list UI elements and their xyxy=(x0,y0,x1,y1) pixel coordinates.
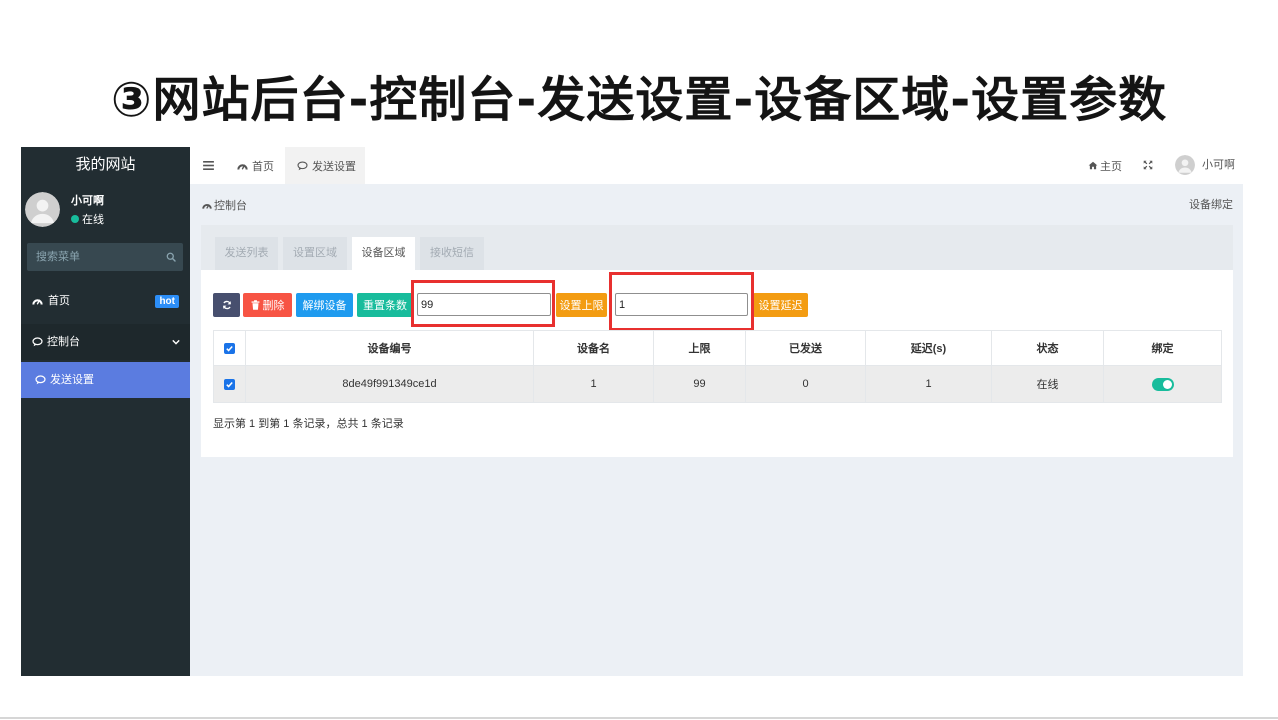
reset-count-button[interactable]: 重置条数 xyxy=(357,293,413,317)
unbind-device-button[interactable]: 解绑设备 xyxy=(296,293,353,317)
breadcrumb[interactable]: 控制台 xyxy=(202,198,247,212)
sidebar-item-home[interactable]: 首页 hot xyxy=(21,284,190,318)
comment-icon xyxy=(297,160,308,171)
dashboard-icon xyxy=(32,296,43,306)
slide-title: ③网站后台-控制台-发送设置-设备区域-设置参数 xyxy=(110,72,1168,128)
hot-badge: hot xyxy=(155,295,179,308)
site-logo[interactable]: 我的网站 xyxy=(21,147,190,183)
select-all-cell xyxy=(213,330,246,366)
bind-toggle[interactable] xyxy=(1151,377,1174,391)
slide-bottom-rule xyxy=(0,717,1278,719)
cell-sent: 0 xyxy=(745,365,866,403)
fullscreen-icon[interactable] xyxy=(1143,160,1153,170)
cell-device-name: 1 xyxy=(533,365,654,403)
column-header: 绑定 xyxy=(1103,330,1222,366)
breadcrumb-label: 控制台 xyxy=(214,200,247,212)
toggle-knob xyxy=(1162,379,1172,389)
user-status: 在线 xyxy=(71,212,104,226)
column-header: 上限 xyxy=(653,330,746,366)
dashboard-icon xyxy=(237,161,248,171)
user-status-label: 在线 xyxy=(82,214,104,226)
panel: 发送列表 设置区域 设备区域 接收短信 删除 解绑设备 重置条数 设置上限 xyxy=(201,225,1233,457)
device-table: 设备编号 设备名 上限 已发送 延迟(s) 状态 绑定 8de49f991349… xyxy=(213,330,1222,403)
set-delay-button[interactable]: 设置延迟 xyxy=(753,293,808,317)
user-avatar xyxy=(25,192,60,227)
home-link[interactable]: 主页 xyxy=(1088,147,1122,184)
sidebar: 我的网站 小可啊 在线 首页 hot 控制台 xyxy=(21,147,190,676)
cell-bind xyxy=(1103,365,1222,403)
cell-delay: 1 xyxy=(865,365,992,403)
top-navbar: 首页 发送设置 主页 小可啊 xyxy=(190,147,1243,185)
page-title: 设备绑定 xyxy=(1189,199,1233,211)
column-header: 延迟(s) xyxy=(865,330,992,366)
cell-status: 在线 xyxy=(991,365,1104,403)
navbar-user-name[interactable]: 小可啊 xyxy=(1202,147,1235,184)
column-header: 已发送 xyxy=(745,330,866,366)
tab-label: 首页 xyxy=(252,160,274,173)
tab-send-list[interactable]: 发送列表 xyxy=(215,237,278,270)
delete-button-label: 删除 xyxy=(262,300,285,312)
tab-device-area[interactable]: 设备区域 xyxy=(352,237,415,270)
trash-icon xyxy=(251,300,260,310)
dashboard-icon xyxy=(202,201,212,210)
table-header-row: 设备编号 设备名 上限 已发送 延迟(s) 状态 绑定 xyxy=(213,330,1222,366)
home-link-label: 主页 xyxy=(1100,160,1122,173)
home-icon xyxy=(1088,161,1098,170)
sidebar-item-label: 发送设置 xyxy=(50,374,94,386)
row-checkbox[interactable] xyxy=(224,378,235,390)
tab-label: 发送设置 xyxy=(312,160,356,173)
column-header: 设备编号 xyxy=(245,330,534,366)
column-header: 设备名 xyxy=(533,330,654,366)
sidebar-item-send-settings[interactable]: 发送设置 xyxy=(21,362,190,398)
highlight-box-delay xyxy=(609,272,754,331)
pagination-summary: 显示第 1 到第 1 条记录，总共 1 条记录 xyxy=(213,418,404,430)
tab-setting-area[interactable]: 设置区域 xyxy=(283,237,347,270)
comment-icon xyxy=(35,375,46,385)
hamburger-icon[interactable] xyxy=(203,161,214,170)
delete-button[interactable]: 删除 xyxy=(243,293,292,317)
comment-icon xyxy=(32,337,43,347)
tab-home[interactable]: 首页 xyxy=(226,147,284,184)
refresh-button[interactable] xyxy=(213,293,240,317)
refresh-icon xyxy=(222,300,232,310)
column-header: 状态 xyxy=(991,330,1104,366)
sidebar-item-label: 控制台 xyxy=(47,336,80,348)
search-icon[interactable] xyxy=(166,252,176,262)
admin-window: 我的网站 小可啊 在线 首页 hot 控制台 xyxy=(21,147,1243,676)
table-row[interactable]: 8de49f991349ce1d 1 99 0 1 在线 xyxy=(213,365,1222,403)
cell-device-id: 8de49f991349ce1d xyxy=(245,365,534,403)
user-name: 小可啊 xyxy=(71,195,104,207)
sidebar-item-console[interactable]: 控制台 xyxy=(21,324,190,360)
row-select-cell xyxy=(213,365,246,403)
content-area: 控制台 设备绑定 发送列表 设置区域 设备区域 接收短信 删除 解绑设备 重置条… xyxy=(190,184,1243,676)
select-all-checkbox[interactable] xyxy=(224,342,235,354)
sidebar-item-label: 首页 xyxy=(48,295,70,307)
search-input[interactable] xyxy=(27,243,157,271)
set-limit-button[interactable]: 设置上限 xyxy=(556,293,607,317)
navbar-avatar[interactable] xyxy=(1175,155,1195,175)
highlight-box-limit xyxy=(411,280,555,327)
tab-send-settings[interactable]: 发送设置 xyxy=(285,147,365,184)
sidebar-search xyxy=(27,243,183,271)
online-dot-icon xyxy=(71,215,79,223)
tab-receive-sms[interactable]: 接收短信 xyxy=(420,237,484,270)
panel-tab-bar: 发送列表 设置区域 设备区域 接收短信 xyxy=(201,225,1233,270)
chevron-down-icon xyxy=(172,339,180,345)
cell-limit: 99 xyxy=(653,365,746,403)
